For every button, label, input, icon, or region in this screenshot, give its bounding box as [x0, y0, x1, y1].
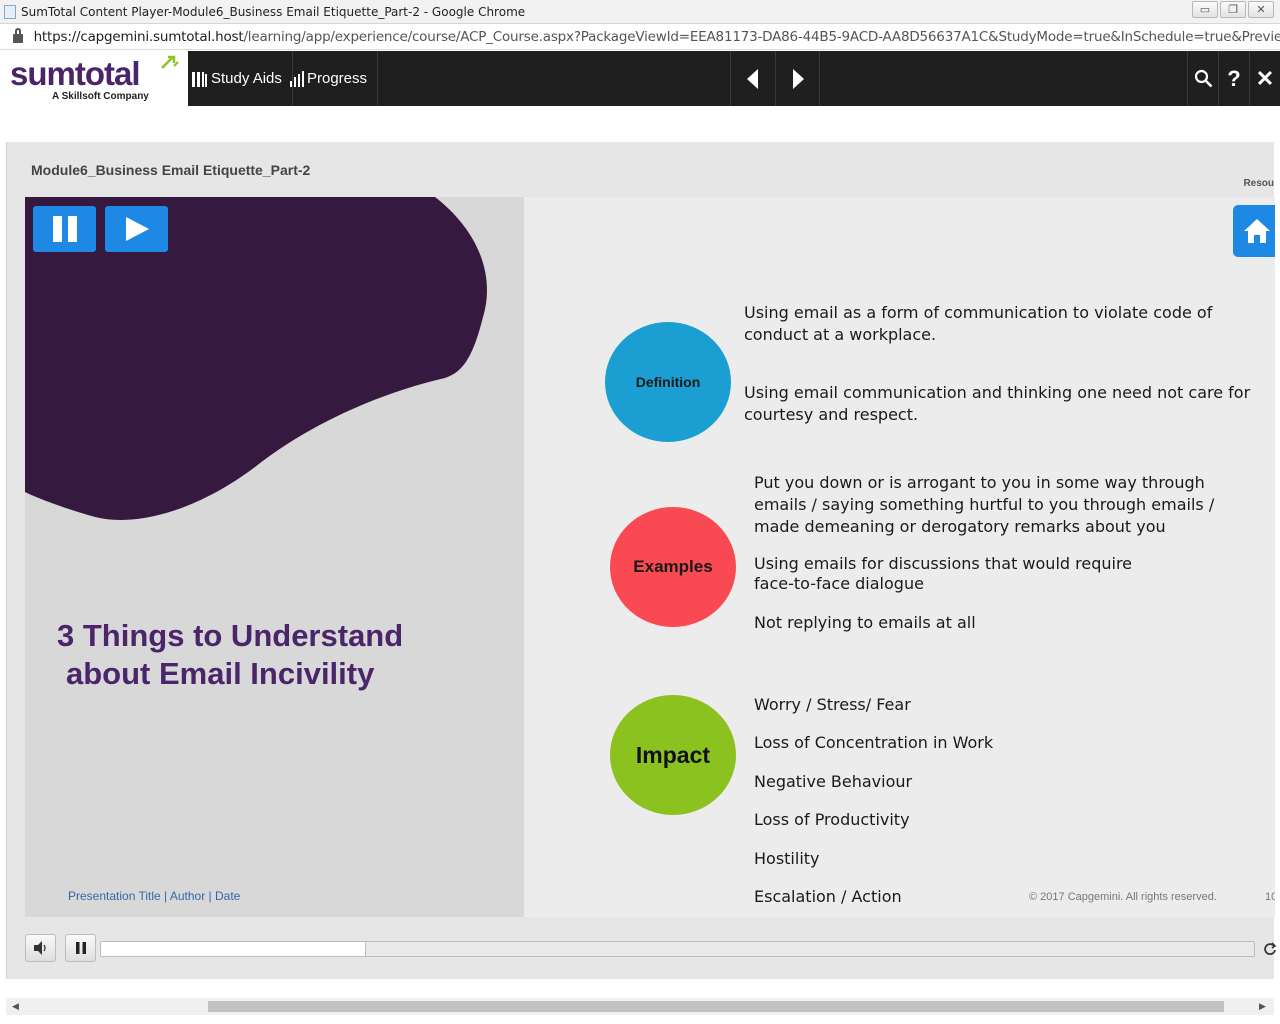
- definition-label: Definition: [635, 374, 701, 390]
- next-slide-button[interactable]: [775, 51, 819, 106]
- slide-pause-button[interactable]: [33, 206, 96, 252]
- pause-icon: [75, 942, 86, 954]
- help-button[interactable]: ?: [1218, 51, 1249, 106]
- close-player-button[interactable]: ✕: [1249, 51, 1280, 106]
- progress-bars-icon: [290, 70, 304, 87]
- play-icon: [125, 217, 149, 241]
- minimize-button[interactable]: ▭: [1192, 1, 1218, 18]
- nav-progress[interactable]: Progress: [286, 51, 379, 106]
- playback-progress-bar[interactable]: [100, 941, 1255, 957]
- sumtotal-logo[interactable]: sumtotal A Skillsoft Company: [0, 51, 188, 106]
- search-icon: [1194, 69, 1212, 88]
- player-controls: [25, 932, 1277, 968]
- scroll-right-arrow-icon[interactable]: ▶: [1259, 1001, 1266, 1012]
- url-host: https://capgemini.sumtotal.host: [33, 28, 244, 45]
- close-window-button[interactable]: ✕: [1248, 1, 1274, 18]
- speaker-icon: [33, 941, 46, 955]
- resources-link[interactable]: Resou: [1243, 178, 1274, 189]
- examples-text-1: Put you down or is arrogant to you in so…: [754, 473, 1215, 536]
- lock-icon: [13, 28, 23, 43]
- impact-item: Negative Behaviour: [754, 772, 913, 791]
- window-controls: ▭ ❐ ✕: [1192, 1, 1274, 18]
- nav-study-aids[interactable]: Study Aids: [188, 51, 293, 106]
- slide-playback-buttons: [33, 206, 168, 252]
- url-path: /learning/app/experience/course/ACP_Cour…: [243, 28, 1280, 45]
- replay-icon[interactable]: [1263, 941, 1277, 957]
- slide-heading-line1: 3 Things to Understand: [57, 618, 404, 653]
- slide-footer: Presentation Title | Author | Date: [68, 889, 241, 903]
- scrollbar-thumb[interactable]: [208, 1001, 1224, 1012]
- examples-text-3: Not replying to emails at all: [754, 613, 976, 632]
- player-pause-button[interactable]: [65, 934, 96, 962]
- search-button[interactable]: [1187, 51, 1218, 106]
- logo-text: sumtotal: [10, 55, 141, 92]
- slide-heading-line2: about Email Incivility: [66, 656, 375, 691]
- impact-circle: Impact: [610, 695, 736, 815]
- definition-text-1: Using email as a form of communication t…: [744, 303, 1213, 344]
- impact-item: Escalation / Action: [754, 887, 902, 906]
- arrow-left-icon: [746, 68, 758, 89]
- address-bar[interactable]: https://capgemini.sumtotal.host/learning…: [0, 24, 1280, 50]
- app-navbar: sumtotal A Skillsoft Company Study Aids …: [0, 51, 1280, 106]
- impact-item: Hostility: [754, 849, 820, 868]
- restore-button[interactable]: ❐: [1220, 1, 1246, 18]
- scroll-left-arrow-icon[interactable]: ◀: [12, 1001, 19, 1012]
- slide-play-button[interactable]: [105, 206, 168, 252]
- window-title: SumTotal Content Player-Module6_Business…: [21, 4, 526, 19]
- pause-icon: [52, 216, 77, 242]
- study-aids-label: Study Aids: [211, 70, 282, 87]
- definition-text-2: Using email communication and thinking o…: [744, 383, 1251, 424]
- logo-arrow-icon: [161, 55, 179, 69]
- page-favicon-icon: [4, 4, 16, 19]
- slide-page-number: 10: [1265, 891, 1275, 903]
- impact-item: Worry / Stress/ Fear: [754, 695, 911, 714]
- copyright-text: © 2017 Capgemini. All rights reserved.: [1029, 891, 1217, 903]
- url-text[interactable]: https://capgemini.sumtotal.host/learning…: [34, 29, 1280, 45]
- logo-subtitle: A Skillsoft Company: [52, 91, 149, 102]
- volume-button[interactable]: [25, 934, 56, 962]
- examples-circle: Examples: [610, 507, 736, 627]
- course-title: Module6_Business Email Etiquette_Part-2: [31, 162, 311, 178]
- nav-divider: [819, 51, 820, 106]
- close-icon: ✕: [1255, 65, 1275, 91]
- arrow-right-icon: [792, 68, 804, 89]
- impact-item: Loss of Concentration in Work: [754, 733, 994, 752]
- content-player: Module6_Business Email Etiquette_Part-2 …: [6, 142, 1277, 979]
- home-icon: [1244, 219, 1270, 243]
- examples-text-2: Using emails for discussions that would …: [754, 554, 1133, 593]
- slide-heading: 3 Things to Understand about Email Inciv…: [57, 617, 403, 693]
- slide-left-panel: 3 Things to Understand about Email Inciv…: [25, 197, 524, 917]
- definition-circle: Definition: [605, 322, 731, 442]
- horizontal-scrollbar[interactable]: ◀ ▶: [6, 998, 1274, 1015]
- study-aids-icon: [192, 71, 207, 87]
- home-button[interactable]: [1233, 205, 1275, 257]
- examples-label: Examples: [633, 557, 713, 576]
- help-icon: ?: [1227, 65, 1241, 91]
- impact-label: Impact: [635, 741, 711, 768]
- playback-progress-fill: [101, 942, 367, 956]
- slide: 3 Things to Understand about Email Inciv…: [25, 197, 1275, 917]
- previous-slide-button[interactable]: [730, 51, 774, 106]
- progress-label: Progress: [307, 70, 368, 87]
- impact-item: Loss of Productivity: [754, 810, 910, 829]
- browser-titlebar: SumTotal Content Player-Module6_Business…: [0, 0, 1280, 24]
